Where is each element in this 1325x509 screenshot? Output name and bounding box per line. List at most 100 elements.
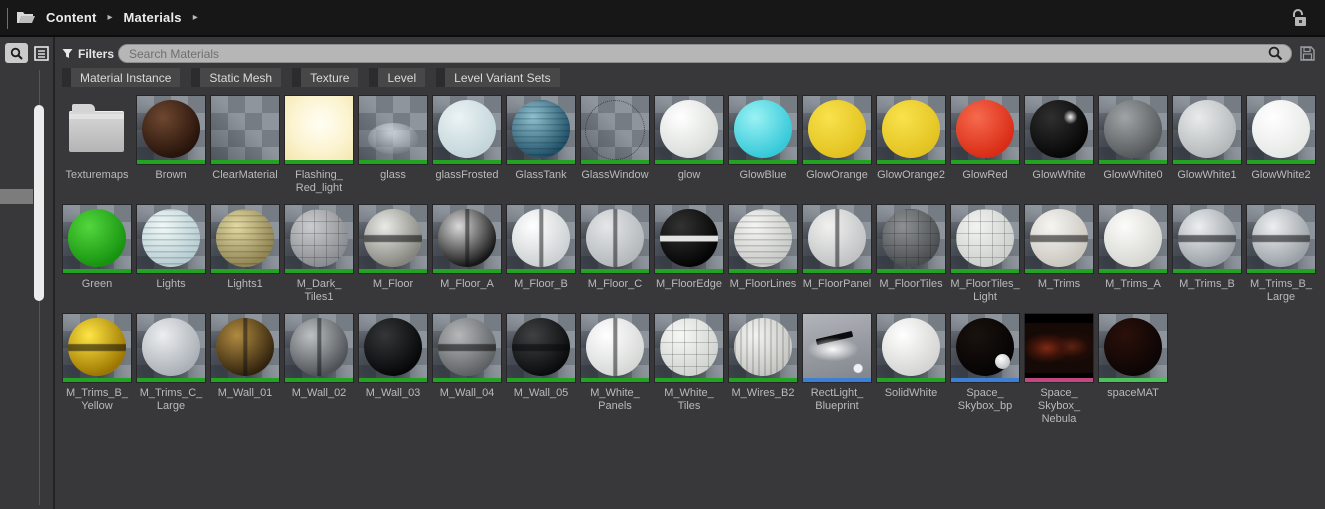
asset-sphere-preview: [1104, 318, 1162, 376]
asset-tile-M_FloorEdge[interactable]: M_​FloorEdge: [655, 205, 723, 304]
asset-tile-M_Trims_B_Large[interactable]: M_​Trims_​B_​Large: [1247, 205, 1315, 304]
breadcrumb-content[interactable]: Content: [46, 10, 97, 25]
asset-tile-M_Floor_A[interactable]: M_​Floor_​A: [433, 205, 501, 304]
asset-tile-GlassTank[interactable]: GlassTank: [507, 96, 575, 195]
asset-tile-M_FloorLines[interactable]: M_​FloorLines: [729, 205, 797, 304]
asset-tile-glassFrosted[interactable]: glassFrosted: [433, 96, 501, 195]
filter-chip-static-mesh[interactable]: Static Mesh: [191, 68, 281, 87]
asset-grid: Texturemaps Brown ClearMaterial Flashing…: [63, 96, 1325, 436]
asset-tile-GlowRed[interactable]: GlowRed: [951, 96, 1019, 195]
asset-label: M_​Floor_​A: [431, 278, 503, 304]
asset-tile-spaceMAT[interactable]: spaceMAT: [1099, 314, 1167, 426]
asset-label: Texturemaps: [61, 169, 133, 195]
asset-type-bar: [359, 378, 427, 382]
asset-label: M_​White_​Tiles: [653, 387, 725, 413]
asset-sphere-preview: [142, 100, 200, 158]
asset-type-bar: [951, 378, 1019, 382]
asset-tile-M_White_Tiles[interactable]: M_​White_​Tiles: [655, 314, 723, 426]
asset-thumbnail: [137, 314, 205, 382]
asset-label: M_​Wall_​04: [431, 387, 503, 413]
asset-sphere-preview: [734, 209, 792, 267]
asset-tile-M_Dark_Tiles1[interactable]: M_​Dark_​Tiles1: [285, 205, 353, 304]
asset-tile-M_Wall_03[interactable]: M_​Wall_​03: [359, 314, 427, 426]
asset-sphere-preview: [882, 318, 940, 376]
asset-tile-ClearMaterial[interactable]: ClearMaterial: [211, 96, 279, 195]
asset-tile-M_FloorPanel[interactable]: M_​FloorPanel: [803, 205, 871, 304]
panel-divider[interactable]: [53, 37, 55, 509]
asset-thumbnail: [729, 96, 797, 164]
asset-label: GlowWhite0: [1097, 169, 1169, 195]
asset-tile-GlowBlue[interactable]: GlowBlue: [729, 96, 797, 195]
asset-tile-Flashing_Red_light[interactable]: Flashing_​Red_​light: [285, 96, 353, 195]
asset-tile-Lights[interactable]: Lights: [137, 205, 205, 304]
asset-label: spaceMAT: [1097, 387, 1169, 413]
asset-tile-M_Wall_02[interactable]: M_​Wall_​02: [285, 314, 353, 426]
asset-tile-M_Floor_C[interactable]: M_​Floor_​C: [581, 205, 649, 304]
asset-tile-M_Floor[interactable]: M_​Floor: [359, 205, 427, 304]
asset-type-bar: [877, 378, 945, 382]
asset-tile-SolidWhite[interactable]: SolidWhite: [877, 314, 945, 426]
lock-open-icon[interactable]: [1291, 9, 1307, 27]
asset-tile-M_Wall_05[interactable]: M_​Wall_​05: [507, 314, 575, 426]
asset-label: GlowWhite2: [1245, 169, 1317, 195]
asset-tile-glow[interactable]: glow: [655, 96, 723, 195]
asset-thumbnail: [1099, 96, 1167, 164]
asset-label: M_​Trims_​B: [1171, 278, 1243, 304]
asset-type-bar: [655, 160, 723, 164]
view-options-button[interactable]: [31, 43, 52, 63]
asset-tile-M_Floor_B[interactable]: M_​Floor_​B: [507, 205, 575, 304]
asset-label: glass: [357, 169, 429, 195]
asset-tile-RectLight_Blueprint[interactable]: RectLight_​Blueprint: [803, 314, 871, 426]
asset-sphere-preview: [1104, 100, 1162, 158]
asset-sphere-preview: [364, 209, 422, 267]
asset-tile-Texturemaps[interactable]: Texturemaps: [63, 96, 131, 195]
asset-tile-M_Wires_B2[interactable]: M_​Wires_​B2: [729, 314, 797, 426]
asset-tile-M_FloorTiles_Light[interactable]: M_​FloorTiles_​Light: [951, 205, 1019, 304]
asset-sphere-preview: [142, 209, 200, 267]
asset-tile-GlowWhite1[interactable]: GlowWhite1: [1173, 96, 1241, 195]
asset-tile-GlassWindow[interactable]: GlassWindow: [581, 96, 649, 195]
asset-tile-Space_Skybox_bp[interactable]: Space_​Skybox_​bp: [951, 314, 1019, 426]
save-search-button[interactable]: [1300, 46, 1315, 61]
asset-tile-M_Wall_01[interactable]: M_​Wall_​01: [211, 314, 279, 426]
asset-tile-GlowOrange2[interactable]: GlowOrange2: [877, 96, 945, 195]
asset-tile-M_Trims_A[interactable]: M_​Trims_​A: [1099, 205, 1167, 304]
asset-tile-M_Trims_C_Large[interactable]: M_​Trims_​C_​Large: [137, 314, 205, 426]
asset-tile-GlowOrange[interactable]: GlowOrange: [803, 96, 871, 195]
asset-label: Flashing_​Red_​light: [283, 169, 355, 195]
asset-tile-Lights1[interactable]: Lights1: [211, 205, 279, 304]
asset-thumbnail: [359, 205, 427, 273]
asset-label: M_​FloorTiles: [875, 278, 947, 304]
asset-tile-M_Trims[interactable]: M_​Trims: [1025, 205, 1093, 304]
asset-tile-Green[interactable]: Green: [63, 205, 131, 304]
asset-type-bar: [433, 269, 501, 273]
asset-label: GlowOrange: [801, 169, 873, 195]
asset-tile-GlowWhite[interactable]: GlowWhite: [1025, 96, 1093, 195]
asset-tile-M_Wall_04[interactable]: M_​Wall_​04: [433, 314, 501, 426]
breadcrumb-materials[interactable]: Materials: [124, 10, 182, 25]
asset-tile-M_Trims_B[interactable]: M_​Trims_​B: [1173, 205, 1241, 304]
asset-type-bar: [729, 378, 797, 382]
asset-tile-M_White_Panels[interactable]: M_​White_​Panels: [581, 314, 649, 426]
asset-tile-GlowWhite0[interactable]: GlowWhite0: [1099, 96, 1167, 195]
asset-tile-GlowWhite2[interactable]: GlowWhite2: [1247, 96, 1315, 195]
sources-panel-handle[interactable]: [0, 189, 33, 204]
asset-label: Space_​Skybox_​bp: [949, 387, 1021, 413]
asset-tile-M_Trims_B_Yellow[interactable]: M_​Trims_​B_​Yellow: [63, 314, 131, 426]
filter-chip-texture[interactable]: Texture: [292, 68, 358, 87]
filter-chip-material-instance[interactable]: Material Instance: [62, 68, 180, 87]
asset-label: GlassWindow: [579, 169, 651, 195]
filters-button[interactable]: Filters ▾: [62, 44, 124, 63]
asset-tile-Space_Skybox_Nebula[interactable]: Space_​Skybox_​Nebula: [1025, 314, 1093, 426]
filter-chip-level[interactable]: Level: [369, 68, 425, 87]
asset-sphere-preview: [364, 318, 422, 376]
asset-tile-Brown[interactable]: Brown: [137, 96, 205, 195]
search-materials-input[interactable]: [127, 46, 1268, 62]
search-toggle-button[interactable]: [5, 43, 28, 63]
asset-thumbnail: [877, 96, 945, 164]
asset-tile-glass[interactable]: glass: [359, 96, 427, 195]
asset-type-bar: [729, 160, 797, 164]
filter-chip-level-variant-sets[interactable]: Level Variant Sets: [436, 68, 560, 87]
scrollbar-thumb[interactable]: [34, 105, 44, 301]
asset-tile-M_FloorTiles[interactable]: M_​FloorTiles: [877, 205, 945, 304]
